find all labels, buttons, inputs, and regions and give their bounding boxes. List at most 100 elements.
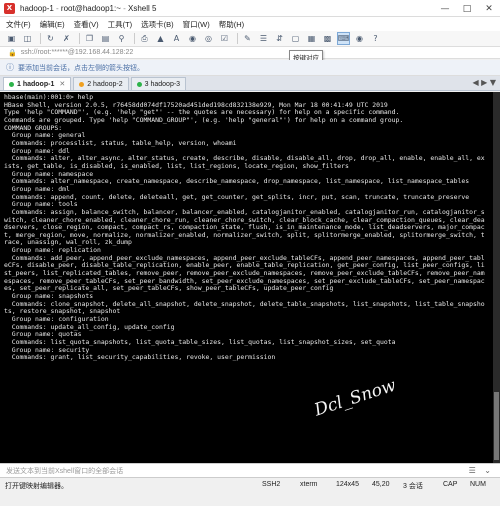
toolbar-divider [40,33,41,44]
terminal-line: ists, get_table, is_disabled, is_enabled… [4,162,349,170]
terminal-line: st_peers, list_replicated_tables, remove… [4,270,485,278]
menu-view[interactable]: 查看(V) [74,19,99,30]
disconnect-icon[interactable]: ✗ [60,32,73,45]
terminal-line: Group name: tools [4,201,78,209]
terminal-line: Group name: configuration [4,316,109,324]
full-screen-icon[interactable]: ▢ [289,32,302,45]
status-protocol: SSH2 [262,481,281,488]
compose-placeholder[interactable]: 发送文本到当前Xshell窗口的全部会话 [6,466,123,476]
status-dot-icon [9,81,14,87]
address-text[interactable]: ssh://root:******@192.168.44.128:22 [21,49,134,56]
paste-icon[interactable]: ▤ [99,32,112,45]
window-controls: — □ ✕ [434,0,500,17]
address-bar[interactable]: 🔒 ssh://root:******@192.168.44.128:22 [0,47,500,59]
status-dot-icon [79,81,85,87]
minimize-icon[interactable]: — [434,0,456,17]
script-icon[interactable]: ☰ [257,32,270,45]
title-session-name: hadoop-1 [20,3,54,13]
terminal-line: Commands: alter, alter_async, alter_stat… [4,155,485,163]
title-connection: root@hadoop1:~ [60,3,121,13]
keymap-icon[interactable]: ⌨ [337,32,350,45]
status-cursor: 45,20 [372,481,390,488]
status-sessions: 3 会话 [403,483,423,490]
hint-text: 要添加当前会话，点击左侧的箭头按钮。 [18,64,144,72]
terminal-line: witch, cleaner_chore_enabled, cleaner_ch… [4,216,485,224]
tab-close-icon[interactable]: ✕ [59,80,65,88]
globe-icon[interactable]: ◎ [202,32,215,45]
tab-nav-arrows-icon[interactable]: ◀ ▶ ▼ [472,78,496,87]
transfer-icon[interactable]: ⇵ [273,32,286,45]
info-icon: ⓘ [6,63,14,72]
lock-icon: 🔒 [8,48,17,57]
tab-hadoop-1[interactable]: 1 hadoop-1 ✕ [3,77,72,90]
title-separator: - [53,3,61,13]
terminal-line: Commands: add_peer, append_peer_exclude_… [4,254,485,262]
menu-file[interactable]: 文件(F) [6,19,31,30]
layout-icon[interactable]: ▦ [305,32,318,45]
status-message: 打开键映射编辑器。 [5,483,68,490]
terminal-line: Group name: quotas [4,331,82,339]
hint-bar: ⓘ 要添加当前会话，点击左侧的箭头按钮。 [0,60,500,76]
terminal-output[interactable]: hbase(main):001:0> help HBase Shell, vers… [0,92,493,463]
terminal-line: Group name: snapshots [4,293,94,301]
terminal-line: ts, restore_snapshot, snapshot [4,308,121,316]
terminal-line: Group name: replication [4,247,101,255]
status-size: 124x45 [336,481,359,488]
menu-tools[interactable]: 工具(T) [108,19,133,30]
menu-tab[interactable]: 选项卡(B) [141,19,174,30]
terminal-line: Commands: update_all_config, update_conf… [4,323,175,331]
copy-icon[interactable]: ❐ [83,32,96,45]
xshell-logo-icon: X [4,2,15,14]
tab-label: 2 hadoop-2 [87,80,123,88]
menu-bar: 文件(F) 编辑(E) 查看(V) 工具(T) 选项卡(B) 窗口(W) 帮助(… [0,17,500,31]
sftp-icon[interactable]: ▲ [154,32,167,45]
font-icon[interactable]: A [170,32,183,45]
terminal-line: Group name: dml [4,185,70,193]
terminal-line: Type 'help "COMMAND"', (e.g. 'help "get"… [4,109,400,117]
status-num: NUM [470,481,486,488]
status-bar: 打开键映射编辑器。 SSH2 xterm 124x45 45,20 3 会话 C… [0,477,500,506]
terminal-line: dservers, close_region, compact, compact… [4,224,485,232]
menu-help[interactable]: 帮助(H) [219,19,244,30]
maximize-icon[interactable]: □ [456,0,478,17]
toolbar-divider [237,33,238,44]
color-scheme-icon[interactable]: ◉ [186,32,199,45]
terminal-line: Group name: security [4,346,90,354]
terminal-line: eCFs, disable_peer, disable_table_replic… [4,262,485,270]
toolbar: ▣ ◫ ↻ ✗ ❐ ▤ ⚲ ⎙ ▲ A ◉ ◎ ☑ ✎ ☰ ⇵ ▢ ▦ ▩ ⌨ … [0,31,500,47]
compose-bar[interactable]: 发送文本到当前Xshell窗口的全部会话 ☰ ⌄ [0,463,500,477]
terminal-line: HBase Shell, version 2.0.5, r76458dd074d… [4,101,388,109]
title-app-name: Xshell 5 [127,3,157,13]
terminal-line: Commands are grouped. Type 'help "COMMAN… [4,116,404,124]
help-icon[interactable]: ? [369,32,382,45]
compose-icon[interactable]: ✎ [241,32,254,45]
title-bar: X hadoop-1 - root@hadoop1:~ - Xshell 5 —… [0,0,500,17]
terminal-line: Commands: assign, balance_switch, balanc… [4,208,485,216]
tab-hadoop-2[interactable]: 2 hadoop-2 [73,77,129,90]
tab-label: 1 hadoop-1 [17,80,55,88]
tab-hadoop-3[interactable]: 3 hadoop-3 [130,77,187,90]
reconnect-icon[interactable]: ↻ [44,32,57,45]
terminal-line: t, merge_region, move, normalize, normal… [4,231,485,239]
toolbar-divider [79,33,80,44]
terminal-scrollbar[interactable] [493,92,500,463]
menu-edit[interactable]: 编辑(E) [40,19,65,30]
menu-window[interactable]: 窗口(W) [183,19,210,30]
window-title: hadoop-1 - root@hadoop1:~ - Xshell 5 [20,4,156,13]
terminal-line: es, set_peer_replicate_all, set_peer_tab… [4,285,334,293]
terminal-line: COMMAND GROUPS: [4,124,63,132]
open-folder-icon[interactable]: ◫ [21,32,34,45]
find-icon[interactable]: ⚲ [115,32,128,45]
title-separator: - [120,3,128,13]
highlight-icon[interactable]: ◉ [353,32,366,45]
print-icon[interactable]: ⎙ [138,32,151,45]
tile-icon[interactable]: ▩ [321,32,334,45]
terminal-line: Commands: list_quota_snapshots, list_quo… [4,339,396,346]
new-session-icon[interactable]: ▣ [5,32,18,45]
terminal-line: Commands: grant, list_security_capabilit… [4,354,276,362]
session-tab-bar: 1 hadoop-1 ✕ 2 hadoop-2 3 hadoop-3 ◀ ▶ ▼ [0,76,500,91]
scrollbar-thumb[interactable] [494,392,499,460]
close-icon[interactable]: ✕ [478,0,500,17]
compose-menu-icon[interactable]: ☰ ⌄ [469,466,494,475]
lock-icon[interactable]: ☑ [218,32,231,45]
